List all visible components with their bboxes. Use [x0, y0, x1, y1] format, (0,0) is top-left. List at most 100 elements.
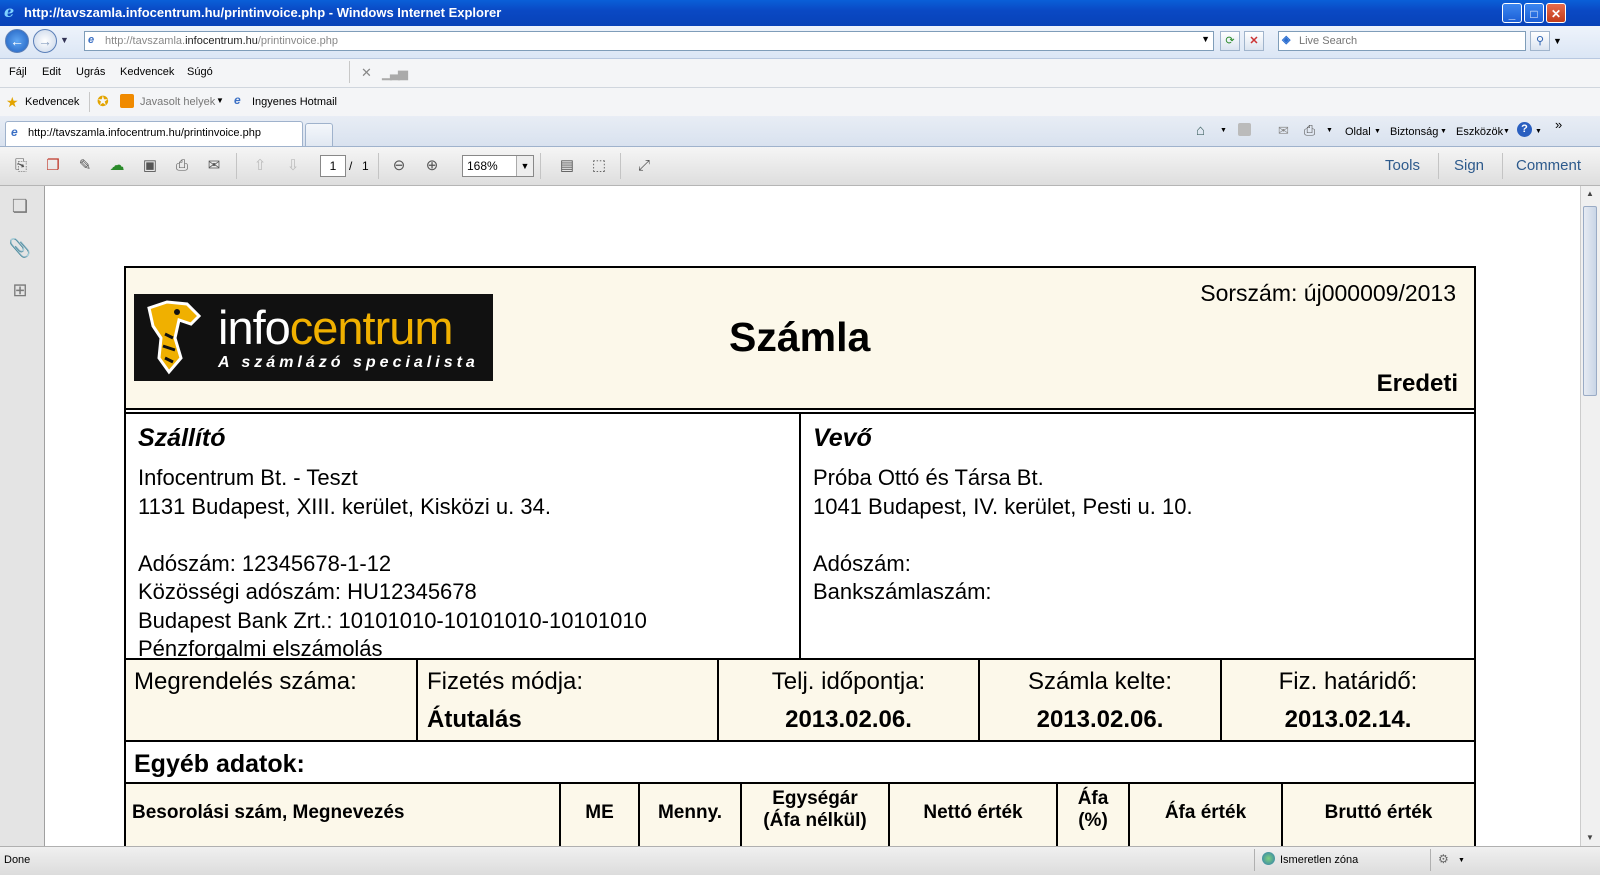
other-data-heading: Egyéb adatok: [134, 750, 305, 778]
url-domain: infocentrum.hu [185, 35, 258, 47]
zoom-level-value: 168% [467, 159, 498, 173]
supplier-bank-account: Budapest Bank Zrt.: 10101010-10101010-10… [138, 607, 647, 633]
search-button[interactable]: ⚲ [1530, 31, 1550, 51]
zoom-in-icon[interactable]: ⊕ [421, 156, 443, 176]
supplier-tax-number: Adószám: 12345678-1-12 [138, 550, 392, 576]
feeds-icon[interactable] [1238, 123, 1251, 136]
menu-go[interactable]: Ugrás [76, 66, 105, 78]
back-button[interactable]: ← [5, 29, 29, 53]
forward-button[interactable]: → [33, 29, 57, 53]
menu-file[interactable]: Fájl [9, 66, 27, 78]
scroll-down-icon[interactable]: ▼ [1581, 830, 1599, 846]
issue-date-cell: Számla kelte: 2013.02.06. [980, 660, 1222, 740]
more-commands-button[interactable]: » [1555, 117, 1562, 132]
invoice-copy-type: Eredeti [1376, 370, 1458, 397]
infocentrum-logo: infocentrum A számlázó specialista [134, 294, 493, 381]
page-thumbnails-icon[interactable]: ❏ [8, 194, 32, 218]
page-number-input[interactable]: 1 [320, 155, 346, 177]
address-dropdown-icon[interactable]: ▼ [1201, 34, 1210, 44]
attachments-icon[interactable]: 📎 [8, 236, 32, 260]
stop-icon: ✕ [1249, 35, 1259, 47]
security-zone: Ismeretlen zóna [1280, 854, 1359, 866]
upload-icon[interactable]: ☁ [106, 156, 128, 176]
items-table-header: Besorolási szám, Megnevezés ME Menny. Eg… [126, 784, 1474, 846]
performance-date-cell: Telj. időpontja: 2013.02.06. [719, 660, 980, 740]
fit-page-icon[interactable]: ▤ [556, 156, 578, 176]
home-dropdown-icon[interactable]: ▼ [1220, 127, 1227, 134]
fit-width-icon[interactable]: ⬚ [588, 156, 610, 176]
search-field[interactable]: ◈ [1278, 31, 1526, 51]
other-data-section: Egyéb adatok: [126, 742, 1474, 784]
zone-dropdown-icon[interactable]: ▼ [1458, 857, 1465, 864]
invoice-parties: Szállító Infocentrum Bt. - Teszt 1131 Bu… [126, 412, 1474, 662]
search-input[interactable] [1297, 34, 1521, 48]
print-icon[interactable]: ⎙ [1304, 122, 1315, 139]
help-icon[interactable]: ? [1517, 122, 1532, 137]
supplier-address: 1131 Budapest, XIII. kerület, Kisközi u.… [138, 493, 551, 519]
vertical-scrollbar[interactable]: ▲ ▼ [1580, 186, 1600, 846]
safety-menu-dropdown-icon[interactable]: ▼ [1440, 128, 1447, 135]
invoice: infocentrum A számlázó specialista Sorsz… [124, 266, 1476, 846]
suggested-sites-dropdown-icon[interactable]: ▼ [216, 96, 224, 105]
globe-icon [1262, 852, 1275, 865]
mail-icon[interactable]: ✉ [1278, 123, 1289, 139]
search-icon: ⚲ [1535, 35, 1545, 47]
tab-printinvoice[interactable]: e http://tavszamla.infocentrum.hu/printi… [5, 121, 303, 146]
supplier-blank-line [138, 521, 647, 550]
refresh-button[interactable]: ⟳ [1220, 31, 1240, 51]
tools-menu[interactable]: Eszközök [1456, 126, 1503, 138]
edit-pdf-icon[interactable]: ✎ [74, 156, 96, 176]
payment-method-value: Átutalás [427, 706, 522, 733]
close-toolbar-icon[interactable]: ✕ [361, 65, 372, 81]
previous-page-icon[interactable]: ⇧ [249, 156, 271, 176]
suggested-sites-link[interactable]: Javasolt helyek [140, 96, 215, 108]
search-options-icon[interactable]: ▼ [1553, 36, 1562, 46]
full-screen-icon[interactable]: ⤢ [633, 156, 655, 176]
invoice-serial-number: Sorszám: új000009/2013 [1200, 280, 1456, 306]
minimize-button[interactable]: _ [1502, 3, 1522, 23]
new-tab-button[interactable] [305, 123, 333, 146]
tools-pane-button[interactable]: Tools [1385, 157, 1420, 174]
save-icon[interactable]: ▣ [139, 156, 161, 176]
page-menu[interactable]: Oldal [1345, 126, 1371, 138]
toolbar-separator [236, 153, 237, 179]
tools-menu-dropdown-icon[interactable]: ▼ [1503, 128, 1510, 135]
sign-pane-button[interactable]: Sign [1454, 157, 1484, 174]
history-dropdown-icon[interactable]: ▼ [60, 35, 69, 45]
stop-button[interactable]: ✕ [1244, 31, 1264, 51]
scroll-up-icon[interactable]: ▲ [1581, 186, 1599, 202]
next-page-icon[interactable]: ⇩ [282, 156, 304, 176]
home-icon[interactable]: ⌂ [1196, 122, 1205, 139]
favorites-button[interactable]: Kedvencek [25, 96, 79, 108]
help-dropdown-icon[interactable]: ▼ [1535, 128, 1542, 135]
arrow-right-icon: → [38, 33, 52, 49]
comment-pane-button[interactable]: Comment [1516, 157, 1581, 174]
print-dropdown-icon[interactable]: ▼ [1326, 127, 1333, 134]
hotmail-link[interactable]: Ingyenes Hotmail [252, 96, 337, 108]
menu-favorites[interactable]: Kedvencek [120, 66, 174, 78]
add-favorite-icon[interactable]: ✪ [97, 93, 109, 110]
zoom-dropdown-icon[interactable]: ▼ [516, 156, 533, 176]
scroll-thumb[interactable] [1583, 206, 1597, 396]
buyer-name: Próba Ottó és Társa Bt. [813, 465, 1044, 490]
zoom-out-icon[interactable]: ⊖ [388, 156, 410, 176]
combine-files-icon[interactable]: ❐ [42, 156, 64, 176]
refresh-icon: ⟳ [1225, 35, 1235, 47]
close-button[interactable]: ✕ [1546, 3, 1566, 23]
email-icon[interactable]: ✉ [203, 156, 225, 176]
maximize-button[interactable]: □ [1524, 3, 1544, 23]
buyer-heading: Vevő [813, 424, 872, 452]
supplier-block: Szállító Infocentrum Bt. - Teszt 1131 Bu… [126, 414, 799, 661]
address-field[interactable]: e http://tavszamla.infocentrum.hu/printi… [84, 31, 1214, 51]
zoom-level-select[interactable]: 168% ▼ [462, 155, 534, 177]
safety-menu[interactable]: Biztonság [1390, 126, 1438, 138]
search-binoculars-icon[interactable]: ⊞ [8, 278, 32, 302]
supplier-name: Infocentrum Bt. - Teszt [138, 465, 358, 490]
print-pdf-icon[interactable]: ⎙ [171, 156, 193, 176]
buyer-bank-account: Bankszámlaszám: [813, 579, 992, 604]
protected-mode-icon[interactable]: ⚙ [1438, 852, 1449, 866]
page-menu-dropdown-icon[interactable]: ▼ [1374, 128, 1381, 135]
menu-help[interactable]: Súgó [187, 66, 213, 78]
menu-edit[interactable]: Edit [42, 66, 61, 78]
create-pdf-icon[interactable]: ⎘ [10, 156, 32, 176]
